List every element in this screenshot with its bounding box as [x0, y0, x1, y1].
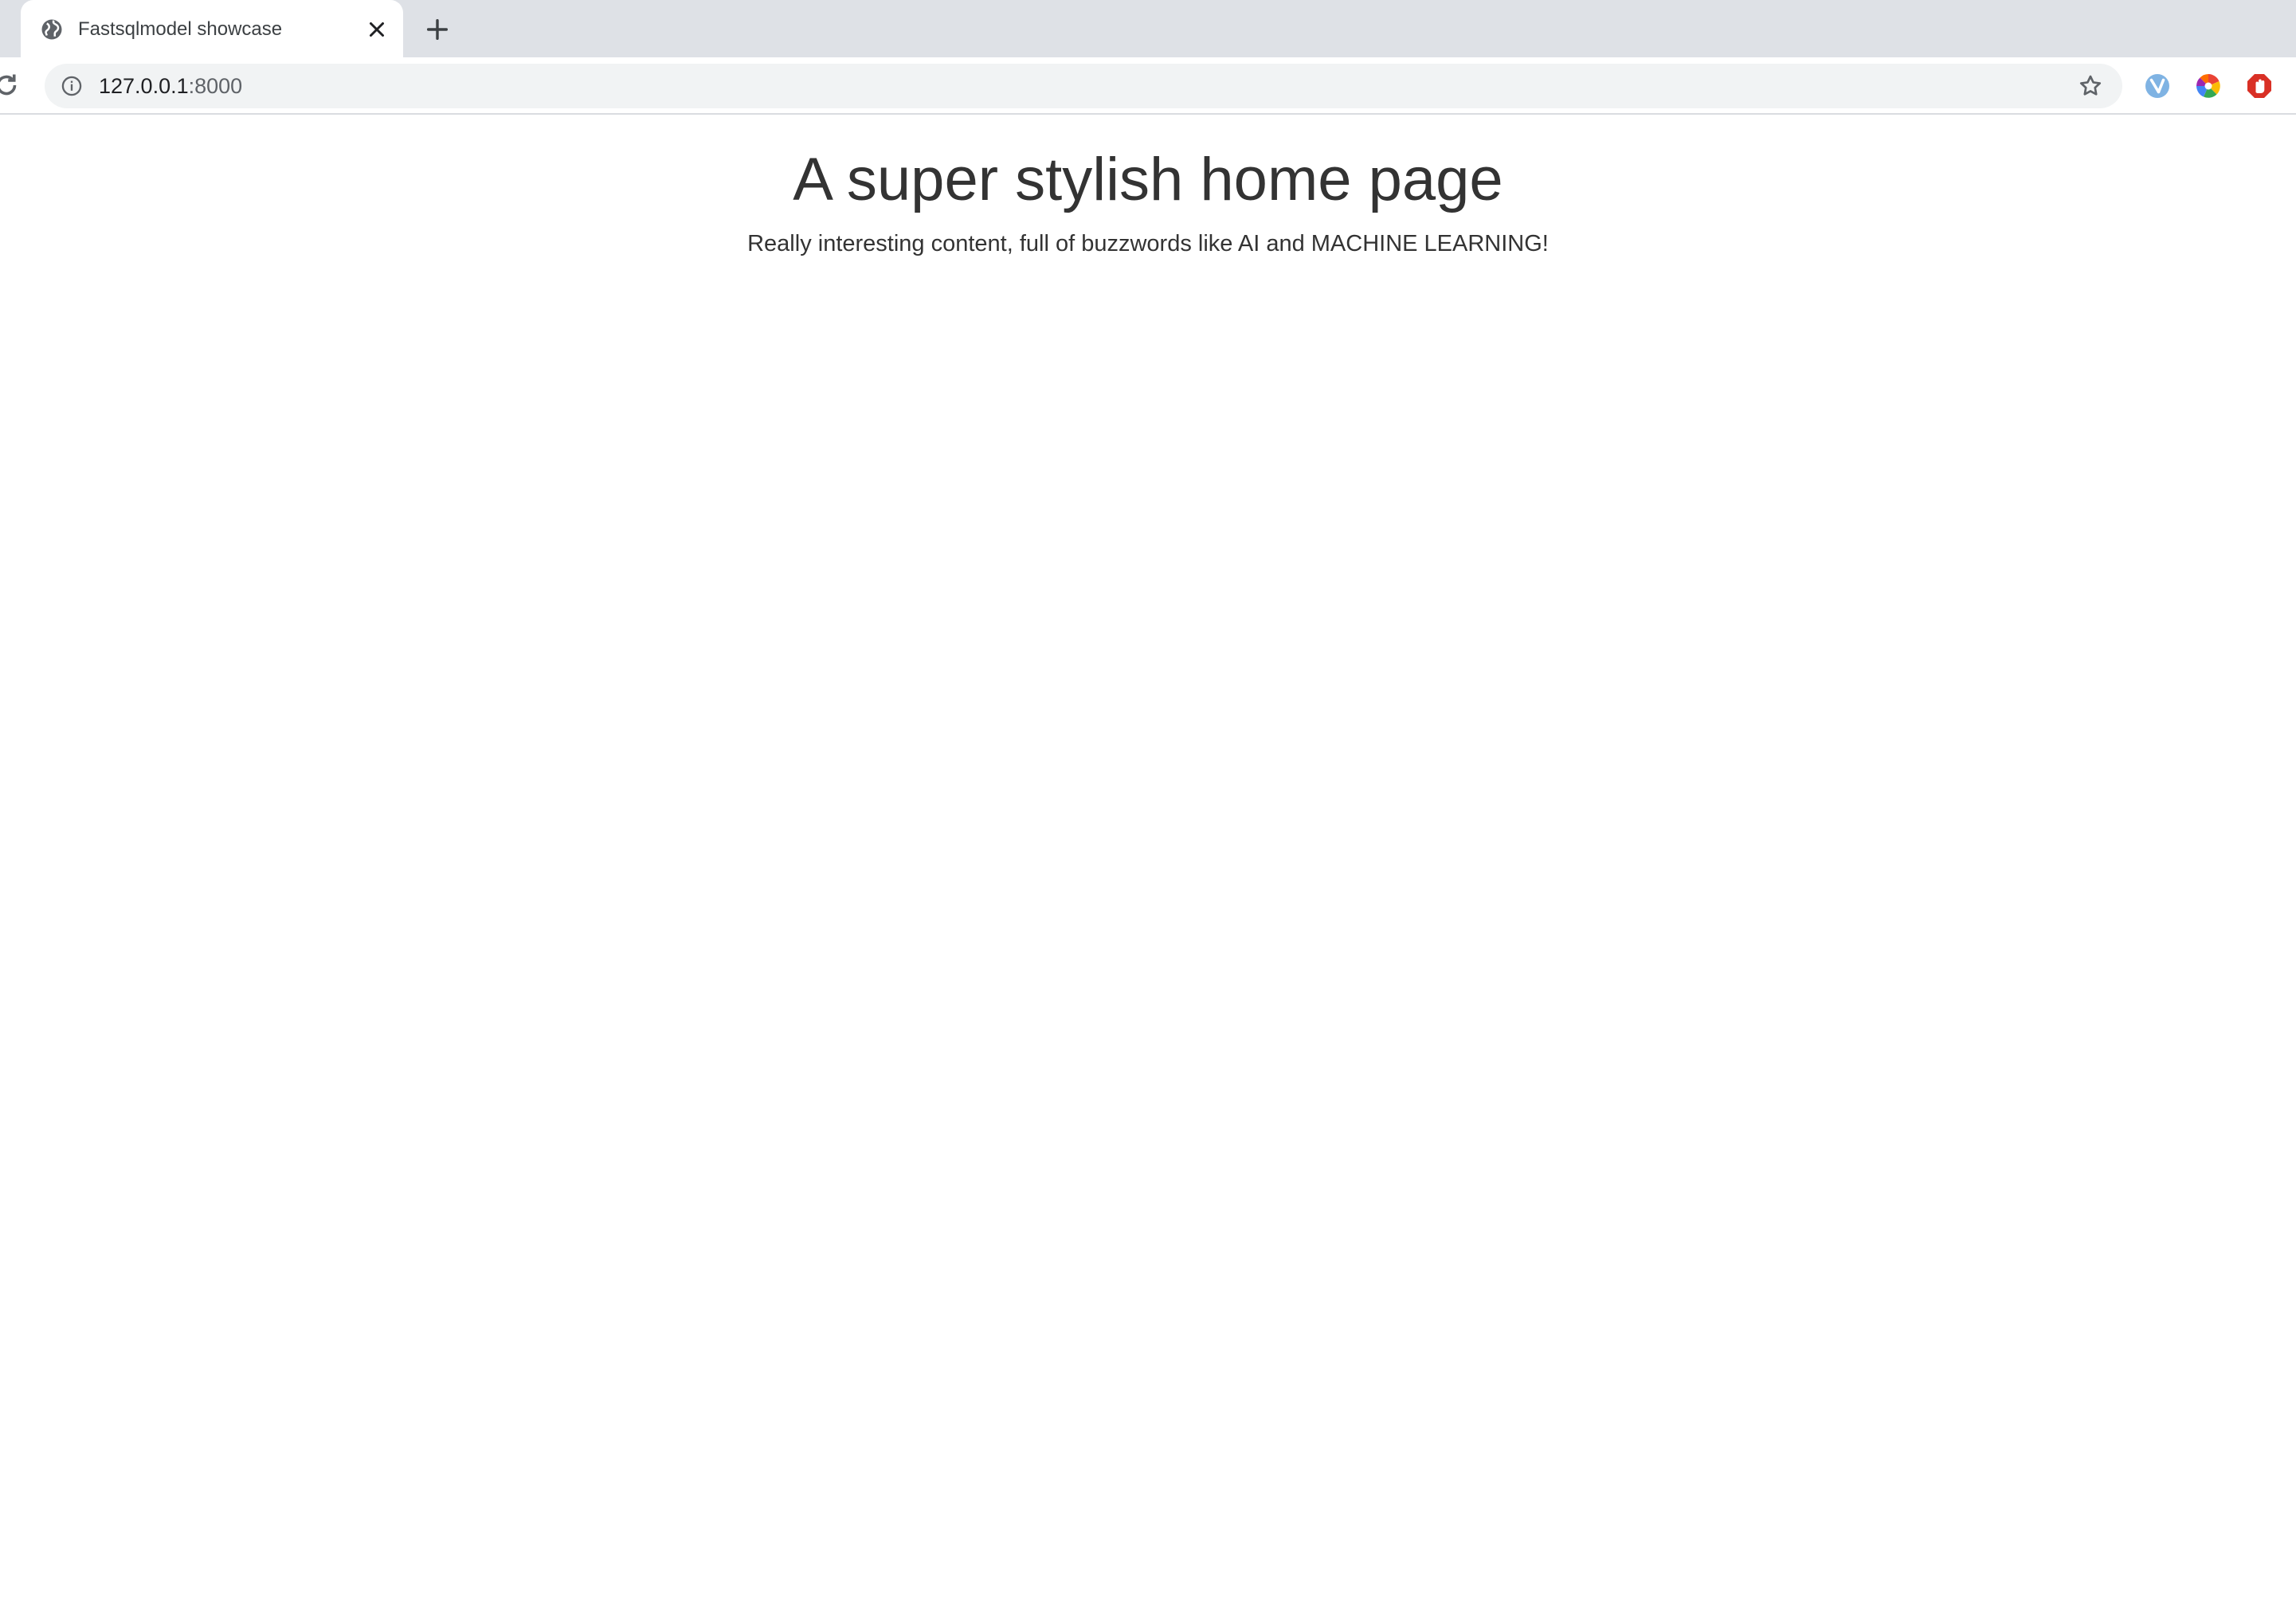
close-icon[interactable]: [365, 18, 389, 41]
globe-icon: [41, 19, 62, 40]
address-bar[interactable]: 127.0.0.1:8000: [45, 64, 2122, 108]
page-title: A super stylish home page: [793, 146, 1503, 213]
browser-tab[interactable]: Fastsqlmodel showcase: [21, 0, 403, 57]
page-subtitle: Really interesting content, full of buzz…: [747, 230, 1549, 256]
color-wheel-icon[interactable]: [2194, 72, 2223, 100]
url-host: 127.0.0.1: [99, 74, 189, 98]
url-text[interactable]: 127.0.0.1:8000: [99, 64, 242, 108]
info-icon[interactable]: [61, 75, 83, 97]
tab-title: Fastsqlmodel showcase: [78, 18, 283, 40]
plus-icon[interactable]: [424, 16, 451, 43]
reload-icon[interactable]: [0, 71, 21, 100]
url-port: :8000: [188, 74, 243, 98]
tab-strip: Fastsqlmodel showcase: [0, 0, 2296, 57]
extension-icon[interactable]: [2143, 72, 2172, 100]
browser-toolbar: 127.0.0.1:8000: [0, 57, 2296, 115]
page-content: A super stylish home page Really interes…: [0, 116, 2296, 1620]
ad-blocker-icon[interactable]: [2245, 72, 2274, 100]
bookmark-star-icon[interactable]: [2078, 73, 2103, 99]
